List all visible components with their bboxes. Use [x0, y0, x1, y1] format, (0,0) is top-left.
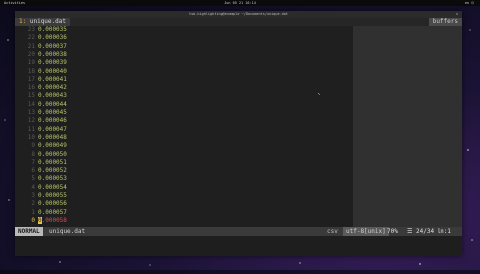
clock[interactable]: Jun 05 21 16:14: [0, 0, 480, 6]
buffer-line[interactable]: 3 0.000055: [15, 192, 67, 200]
line-number: 10: [27, 133, 35, 141]
line-number: 1: [31, 208, 35, 216]
line-value: 0.000056: [38, 200, 67, 208]
buffer-line[interactable]: 12 0.000046: [15, 117, 67, 125]
status-percent: 70%: [387, 228, 398, 235]
buffer-line[interactable]: 2 0.000056: [15, 200, 67, 208]
line-number: 20: [27, 50, 35, 58]
line-number: 17: [27, 75, 35, 83]
line-value: 0.000040: [38, 67, 67, 75]
line-value: 0.000035: [38, 26, 67, 33]
line-number: 15: [27, 92, 35, 100]
line-value: 0.000046: [38, 117, 67, 125]
system-tray[interactable]: en ⏻: [465, 0, 474, 6]
line-number: 21: [27, 42, 35, 50]
window-title: tsb-highlighting@example ~/Documents/uni…: [188, 12, 289, 16]
line-value: 0.000041: [38, 75, 67, 83]
buffer-line[interactable]: 22 0.000036: [15, 34, 67, 42]
status-filetype: csv: [327, 228, 338, 235]
line-value: 0.000044: [38, 100, 67, 108]
buffer-line[interactable]: 13 0.000045: [15, 109, 67, 117]
buffer-line[interactable]: 11 0.000047: [15, 126, 67, 134]
mouse-pointer-icon: ↖: [318, 91, 321, 96]
line-number: 23: [27, 26, 35, 33]
window-titlebar[interactable]: tsb-highlighting@example ~/Documents/uni…: [15, 11, 462, 18]
line-value: 0.000048: [38, 133, 67, 141]
line-value: 0.000053: [38, 175, 67, 183]
buffer-line[interactable]: 9 0.000049: [15, 142, 67, 150]
line-number: 16: [27, 84, 35, 92]
tab-number: 1:: [19, 18, 27, 25]
line-number: 2: [31, 200, 35, 208]
buffer-line[interactable]: 5 0.000053: [15, 175, 67, 183]
status-encoding: utf-8[unix]: [343, 227, 389, 236]
buffer-line[interactable]: 18 0.000040: [15, 68, 67, 76]
line-number: 9: [31, 142, 35, 150]
status-position: ☰ 24/34 ㏑:1: [407, 228, 451, 235]
status-filename: unique.dat: [49, 228, 86, 235]
line-number: 6: [31, 167, 35, 175]
buffer-line[interactable]: 0 0.000058: [15, 216, 67, 225]
line-value: 0.000039: [38, 59, 67, 67]
line-number: 11: [27, 125, 35, 133]
buffer-line[interactable]: 1 0.000057: [15, 209, 67, 217]
line-value: 0.000036: [38, 34, 67, 42]
command-line[interactable]: [15, 236, 462, 256]
line-number: 13: [27, 109, 35, 116]
line-value: 0.000050: [38, 150, 67, 158]
buffer-line[interactable]: 23 0.000035: [15, 26, 67, 34]
buffer-line[interactable]: 4 0.000054: [15, 184, 67, 192]
buffer-line[interactable]: 6 0.000052: [15, 167, 67, 175]
line-value: 0.000037: [38, 42, 67, 50]
line-value: 0.000042: [38, 84, 67, 92]
buffer-line[interactable]: 14 0.000044: [15, 101, 67, 109]
line-number: 19: [27, 59, 35, 67]
line-number: 12: [27, 117, 35, 125]
line-value: 0.000058: [38, 216, 67, 224]
tab-unique-dat[interactable]: 1: unique.dat: [15, 18, 70, 26]
buffer-line[interactable]: 16 0.000042: [15, 84, 67, 92]
line-value: 0.000049: [38, 142, 67, 150]
line-value: 0.000038: [38, 50, 67, 58]
mode-indicator: NORMAL: [15, 227, 43, 236]
line-number: 18: [27, 67, 35, 75]
editor-buffer[interactable]: 23 0.000035 22 0.000036 21 0.000037 20 0.000038…: [15, 26, 353, 227]
line-value: 0.000043: [38, 92, 67, 100]
buffer-line[interactable]: 17 0.000041: [15, 76, 67, 84]
empty-split-pane: [353, 26, 462, 227]
line-value: 0.000047: [38, 125, 67, 133]
line-value: 0.000055: [38, 192, 67, 199]
buffer-line[interactable]: 7 0.000051: [15, 159, 67, 167]
text-cursor: 0: [38, 216, 42, 224]
line-number: 4: [31, 183, 35, 191]
line-number: 0: [31, 216, 35, 224]
vim-tabline: 1: unique.dat buffers: [15, 18, 462, 26]
close-icon[interactable]: ×: [456, 11, 458, 18]
buffer-line[interactable]: 10 0.000048: [15, 134, 67, 142]
buffer-line[interactable]: 8 0.000050: [15, 151, 67, 159]
buffer-line[interactable]: 21 0.000037: [15, 43, 67, 51]
os-top-bar: Activities Jun 05 21 16:14 en ⏻: [0, 0, 480, 6]
line-number: 14: [27, 100, 35, 108]
line-number: 3: [31, 192, 35, 199]
status-line: NORMAL unique.dat csv utf-8[unix] 70% ☰ …: [15, 227, 462, 236]
line-number: 8: [31, 150, 35, 158]
buffer-line[interactable]: 19 0.000039: [15, 59, 67, 67]
tab-label: unique.dat: [29, 18, 66, 25]
line-value: 0.000045: [38, 109, 67, 116]
terminal-window: tsb-highlighting@example ~/Documents/uni…: [15, 11, 462, 256]
buffer-line[interactable]: 20 0.000038: [15, 51, 67, 59]
line-value: 0.000057: [38, 208, 67, 216]
buffer-line[interactable]: 15 0.000043: [15, 92, 67, 100]
line-value: 0.000051: [38, 158, 67, 166]
line-number: 22: [27, 34, 35, 42]
line-value: 0.000052: [38, 167, 67, 175]
line-number: 7: [31, 158, 35, 166]
line-value: 0.000054: [38, 183, 67, 191]
buffers-label: buffers: [428, 18, 462, 26]
line-number: 5: [31, 175, 35, 183]
